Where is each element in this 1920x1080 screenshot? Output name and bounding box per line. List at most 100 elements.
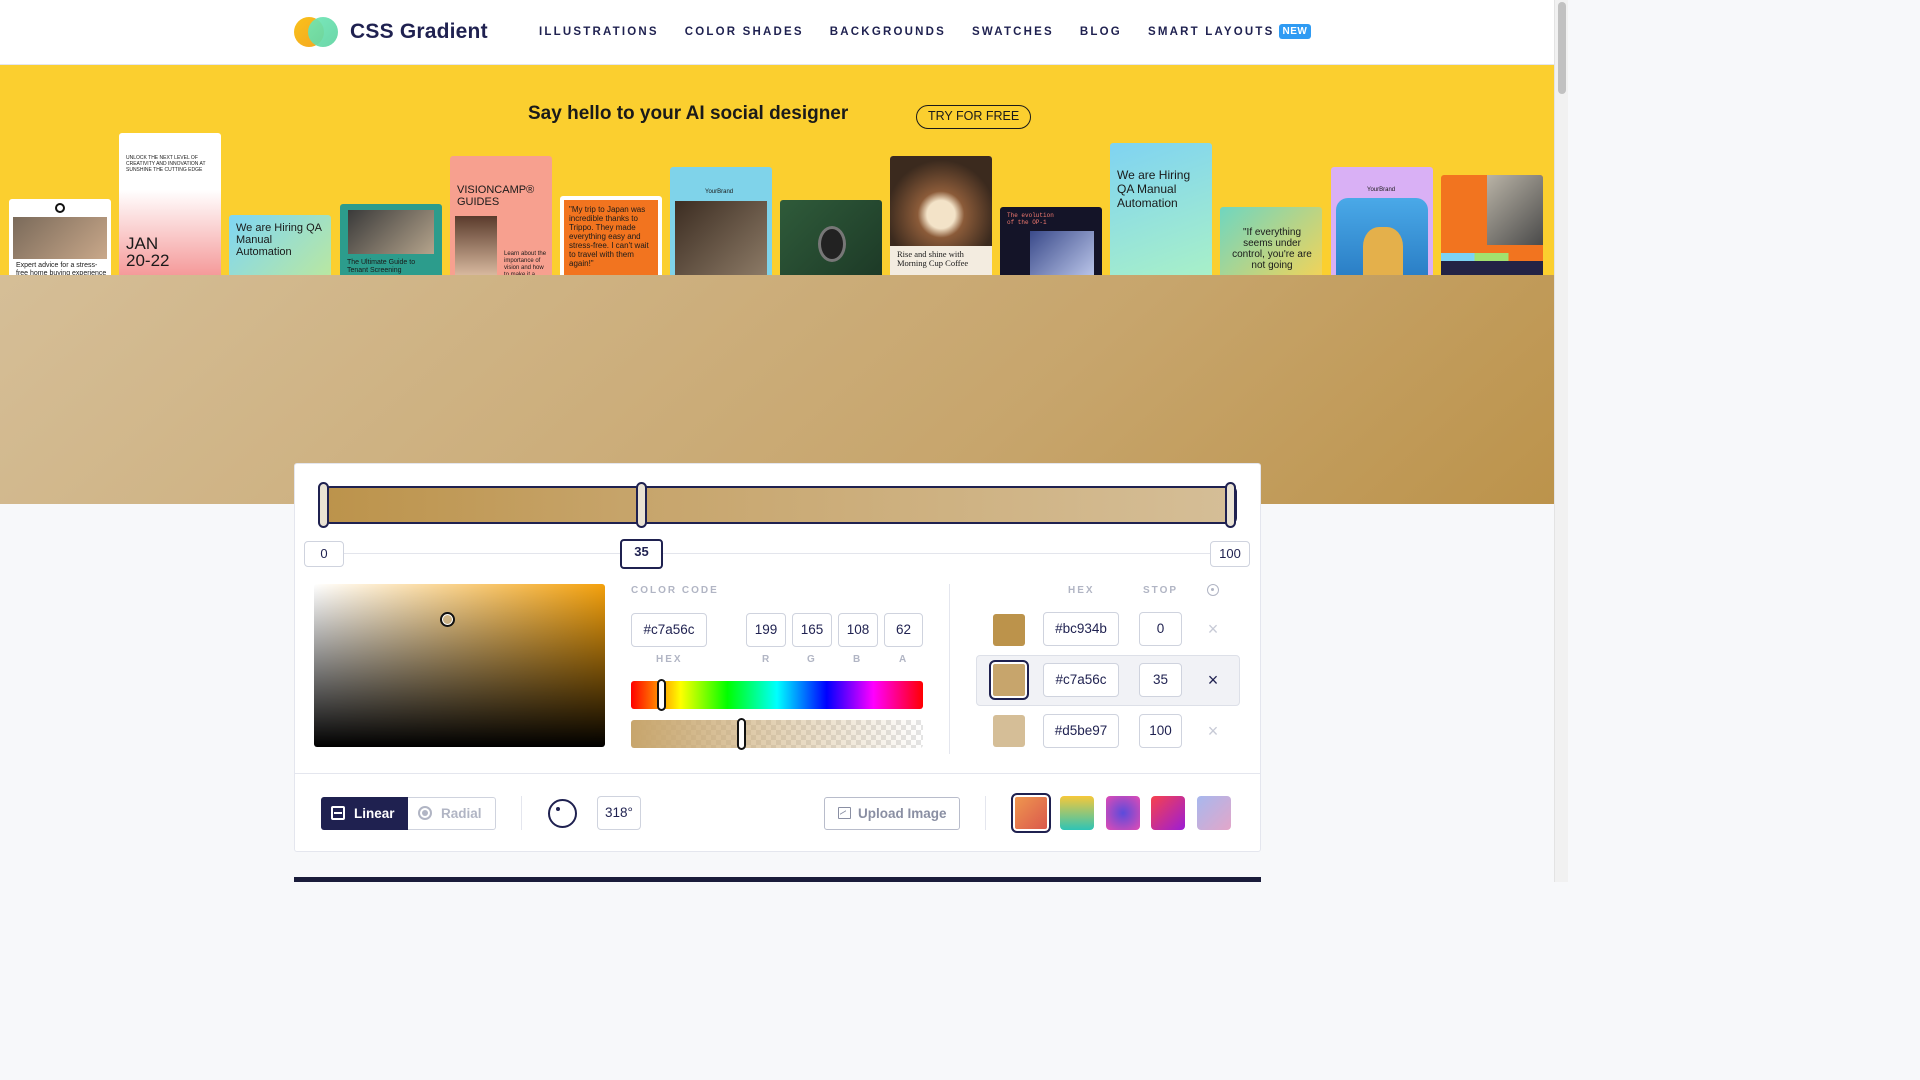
nav-swatches[interactable]: SWATCHES	[972, 26, 1054, 38]
picker-cursor[interactable]	[440, 612, 455, 627]
site-header: CSS Gradient ILLUSTRATIONS COLOR SHADES …	[0, 0, 1554, 65]
brand-name: CSS Gradient	[350, 20, 488, 43]
ad-card[interactable]	[780, 200, 882, 275]
stop-hex-input-1[interactable]: #c7a56c	[1043, 663, 1119, 697]
ad-card-text: Expert advice for a stress-free home buy…	[16, 262, 107, 275]
scrollbar-thumb[interactable]	[1558, 2, 1566, 94]
nav-blog[interactable]: BLOG	[1080, 26, 1122, 38]
stop-position-100[interactable]: 100	[1210, 541, 1250, 567]
ad-card[interactable]: The evolution of the OP-1	[1000, 207, 1102, 275]
alpha-slider[interactable]	[631, 720, 923, 748]
linear-icon	[331, 806, 345, 820]
try-for-free-button[interactable]: TRY FOR FREE	[916, 105, 1032, 129]
stop-handle-35[interactable]	[636, 482, 647, 528]
toolbar-divider	[985, 796, 986, 830]
stop-hex-input-0[interactable]: #bc934b	[1043, 612, 1119, 646]
ad-card-text: Learn about the importance of vision and…	[504, 251, 547, 275]
nav-backgrounds[interactable]: BACKGROUNDS	[830, 26, 946, 38]
stop-swatch-1[interactable]	[989, 660, 1029, 700]
preset-gradient-3[interactable]	[1106, 796, 1140, 830]
panel-divider	[295, 773, 1260, 774]
b-label: B	[853, 654, 863, 665]
r-label: R	[762, 654, 772, 665]
nav-smart-layouts[interactable]: SMART LAYOUTS NEW	[1147, 24, 1312, 39]
stop-position-35[interactable]: 35	[620, 539, 663, 569]
g-input[interactable]: 165	[792, 613, 832, 647]
nav-illustrations[interactable]: ILLUSTRATIONS	[539, 26, 659, 38]
ad-card-text: The evolution of the OP-1	[1007, 212, 1054, 226]
ad-card-text: We are Hiring QA Manual Automation	[236, 222, 322, 258]
ad-card[interactable]: We are Hiring QA Manual Automation	[1110, 143, 1212, 275]
hex-column-header: HEX	[1068, 585, 1095, 596]
ad-card[interactable]: Rise and shine with Morning Cup Coffee	[890, 156, 992, 275]
hue-slider[interactable]	[631, 681, 923, 709]
ad-card-text: UNLOCK THE NEXT LEVEL OF CREATIVITY AND …	[126, 155, 206, 173]
stop-track	[318, 553, 1243, 554]
vertical-scrollbar[interactable]	[1554, 0, 1568, 882]
ad-card[interactable]: "My trip to Japan was incredible thanks …	[560, 196, 662, 275]
ad-card[interactable]: "If everything seems under control, you'…	[1220, 207, 1322, 275]
hue-slider-thumb[interactable]	[656, 679, 666, 711]
r-input[interactable]: 199	[746, 613, 786, 647]
nav-color-shades[interactable]: COLOR SHADES	[685, 26, 804, 38]
ad-title: Say hello to your AI social designer	[528, 103, 849, 124]
main-nav: ILLUSTRATIONS COLOR SHADES BACKGROUNDS S…	[539, 24, 1337, 39]
angle-dial-icon[interactable]	[548, 799, 577, 828]
ad-card-text: YourBrand	[705, 189, 734, 195]
target-icon[interactable]	[1207, 584, 1219, 596]
ad-card-text: Rise and shine with Morning Cup Coffee	[897, 249, 969, 268]
preset-gradient-2[interactable]	[1060, 796, 1094, 830]
ad-card[interactable]: YourBrand	[670, 167, 772, 275]
stop-value-input-1[interactable]: 35	[1139, 663, 1182, 697]
ad-card[interactable]: Expert advice for a stress-free home buy…	[9, 199, 111, 275]
hex-label: HEX	[656, 654, 683, 665]
g-label: G	[807, 654, 817, 665]
stop-swatch-0[interactable]	[993, 614, 1025, 646]
image-icon	[838, 807, 851, 819]
stop-value-input-0[interactable]: 0	[1139, 612, 1182, 646]
stop-position-0[interactable]: 0	[304, 541, 344, 567]
saturation-value-picker[interactable]	[314, 584, 605, 747]
angle-input[interactable]: 318°	[597, 796, 641, 830]
ad-banner[interactable]: Say hello to your AI social designer TRY…	[0, 65, 1554, 275]
ad-card[interactable]	[1441, 175, 1543, 275]
preset-gradient-4[interactable]	[1151, 796, 1185, 830]
stop-handle-100[interactable]	[1225, 482, 1236, 528]
ad-card[interactable]: The Ultimate Guide to Tenant Screening	[340, 204, 442, 275]
remove-stop-icon[interactable]: ×	[1206, 671, 1220, 689]
ad-card-text: We are Hiring QA Manual Automation	[1117, 168, 1191, 210]
ad-card[interactable]: UNLOCK THE NEXT LEVEL OF CREATIVITY AND …	[119, 133, 221, 275]
ad-card-text: The Ultimate Guide to Tenant Screening	[347, 259, 416, 274]
ad-card[interactable]: YourBrand	[1331, 167, 1433, 275]
color-code-label: COLOR CODE	[631, 585, 719, 596]
new-badge: NEW	[1278, 24, 1312, 39]
logo-icon	[294, 17, 340, 47]
stop-swatch-2[interactable]	[993, 715, 1025, 747]
stop-hex-input-2[interactable]: #d5be97	[1043, 714, 1119, 748]
ad-card-text: "If everything seems under control, you'…	[1232, 227, 1312, 271]
brand-logo[interactable]: CSS Gradient	[294, 17, 488, 47]
footer-strip	[294, 877, 1261, 882]
remove-stop-icon[interactable]: ×	[1206, 722, 1220, 740]
toolbar-divider	[521, 796, 522, 830]
a-label: A	[899, 654, 909, 665]
stop-handle-0[interactable]	[318, 482, 329, 528]
a-input[interactable]: 62	[884, 613, 923, 647]
stop-column-header: STOP	[1143, 585, 1179, 596]
ad-card-text: YourBrand	[1367, 187, 1396, 193]
preset-gradient-5[interactable]	[1197, 796, 1231, 830]
gradient-bar[interactable]	[324, 486, 1237, 524]
preset-gradient-1[interactable]	[1011, 793, 1051, 833]
ad-card-text: JAN 20-22	[126, 234, 170, 270]
stop-value-input-2[interactable]: 100	[1139, 714, 1182, 748]
ad-card[interactable]: VISIONCAMP® GUIDES Learn about the impor…	[450, 156, 552, 275]
ad-card[interactable]: We are Hiring QA Manual Automation	[229, 215, 331, 275]
nav-smart-layouts-label: SMART LAYOUTS	[1147, 26, 1275, 38]
b-input[interactable]: 108	[838, 613, 878, 647]
ad-card-text: VISIONCAMP® GUIDES	[457, 184, 535, 208]
ad-card-text: "My trip to Japan was incredible thanks …	[569, 205, 649, 268]
panel-divider	[949, 584, 950, 754]
alpha-slider-thumb[interactable]	[736, 718, 746, 750]
hex-input[interactable]: #c7a56c	[631, 613, 707, 647]
remove-stop-icon[interactable]: ×	[1206, 620, 1220, 638]
